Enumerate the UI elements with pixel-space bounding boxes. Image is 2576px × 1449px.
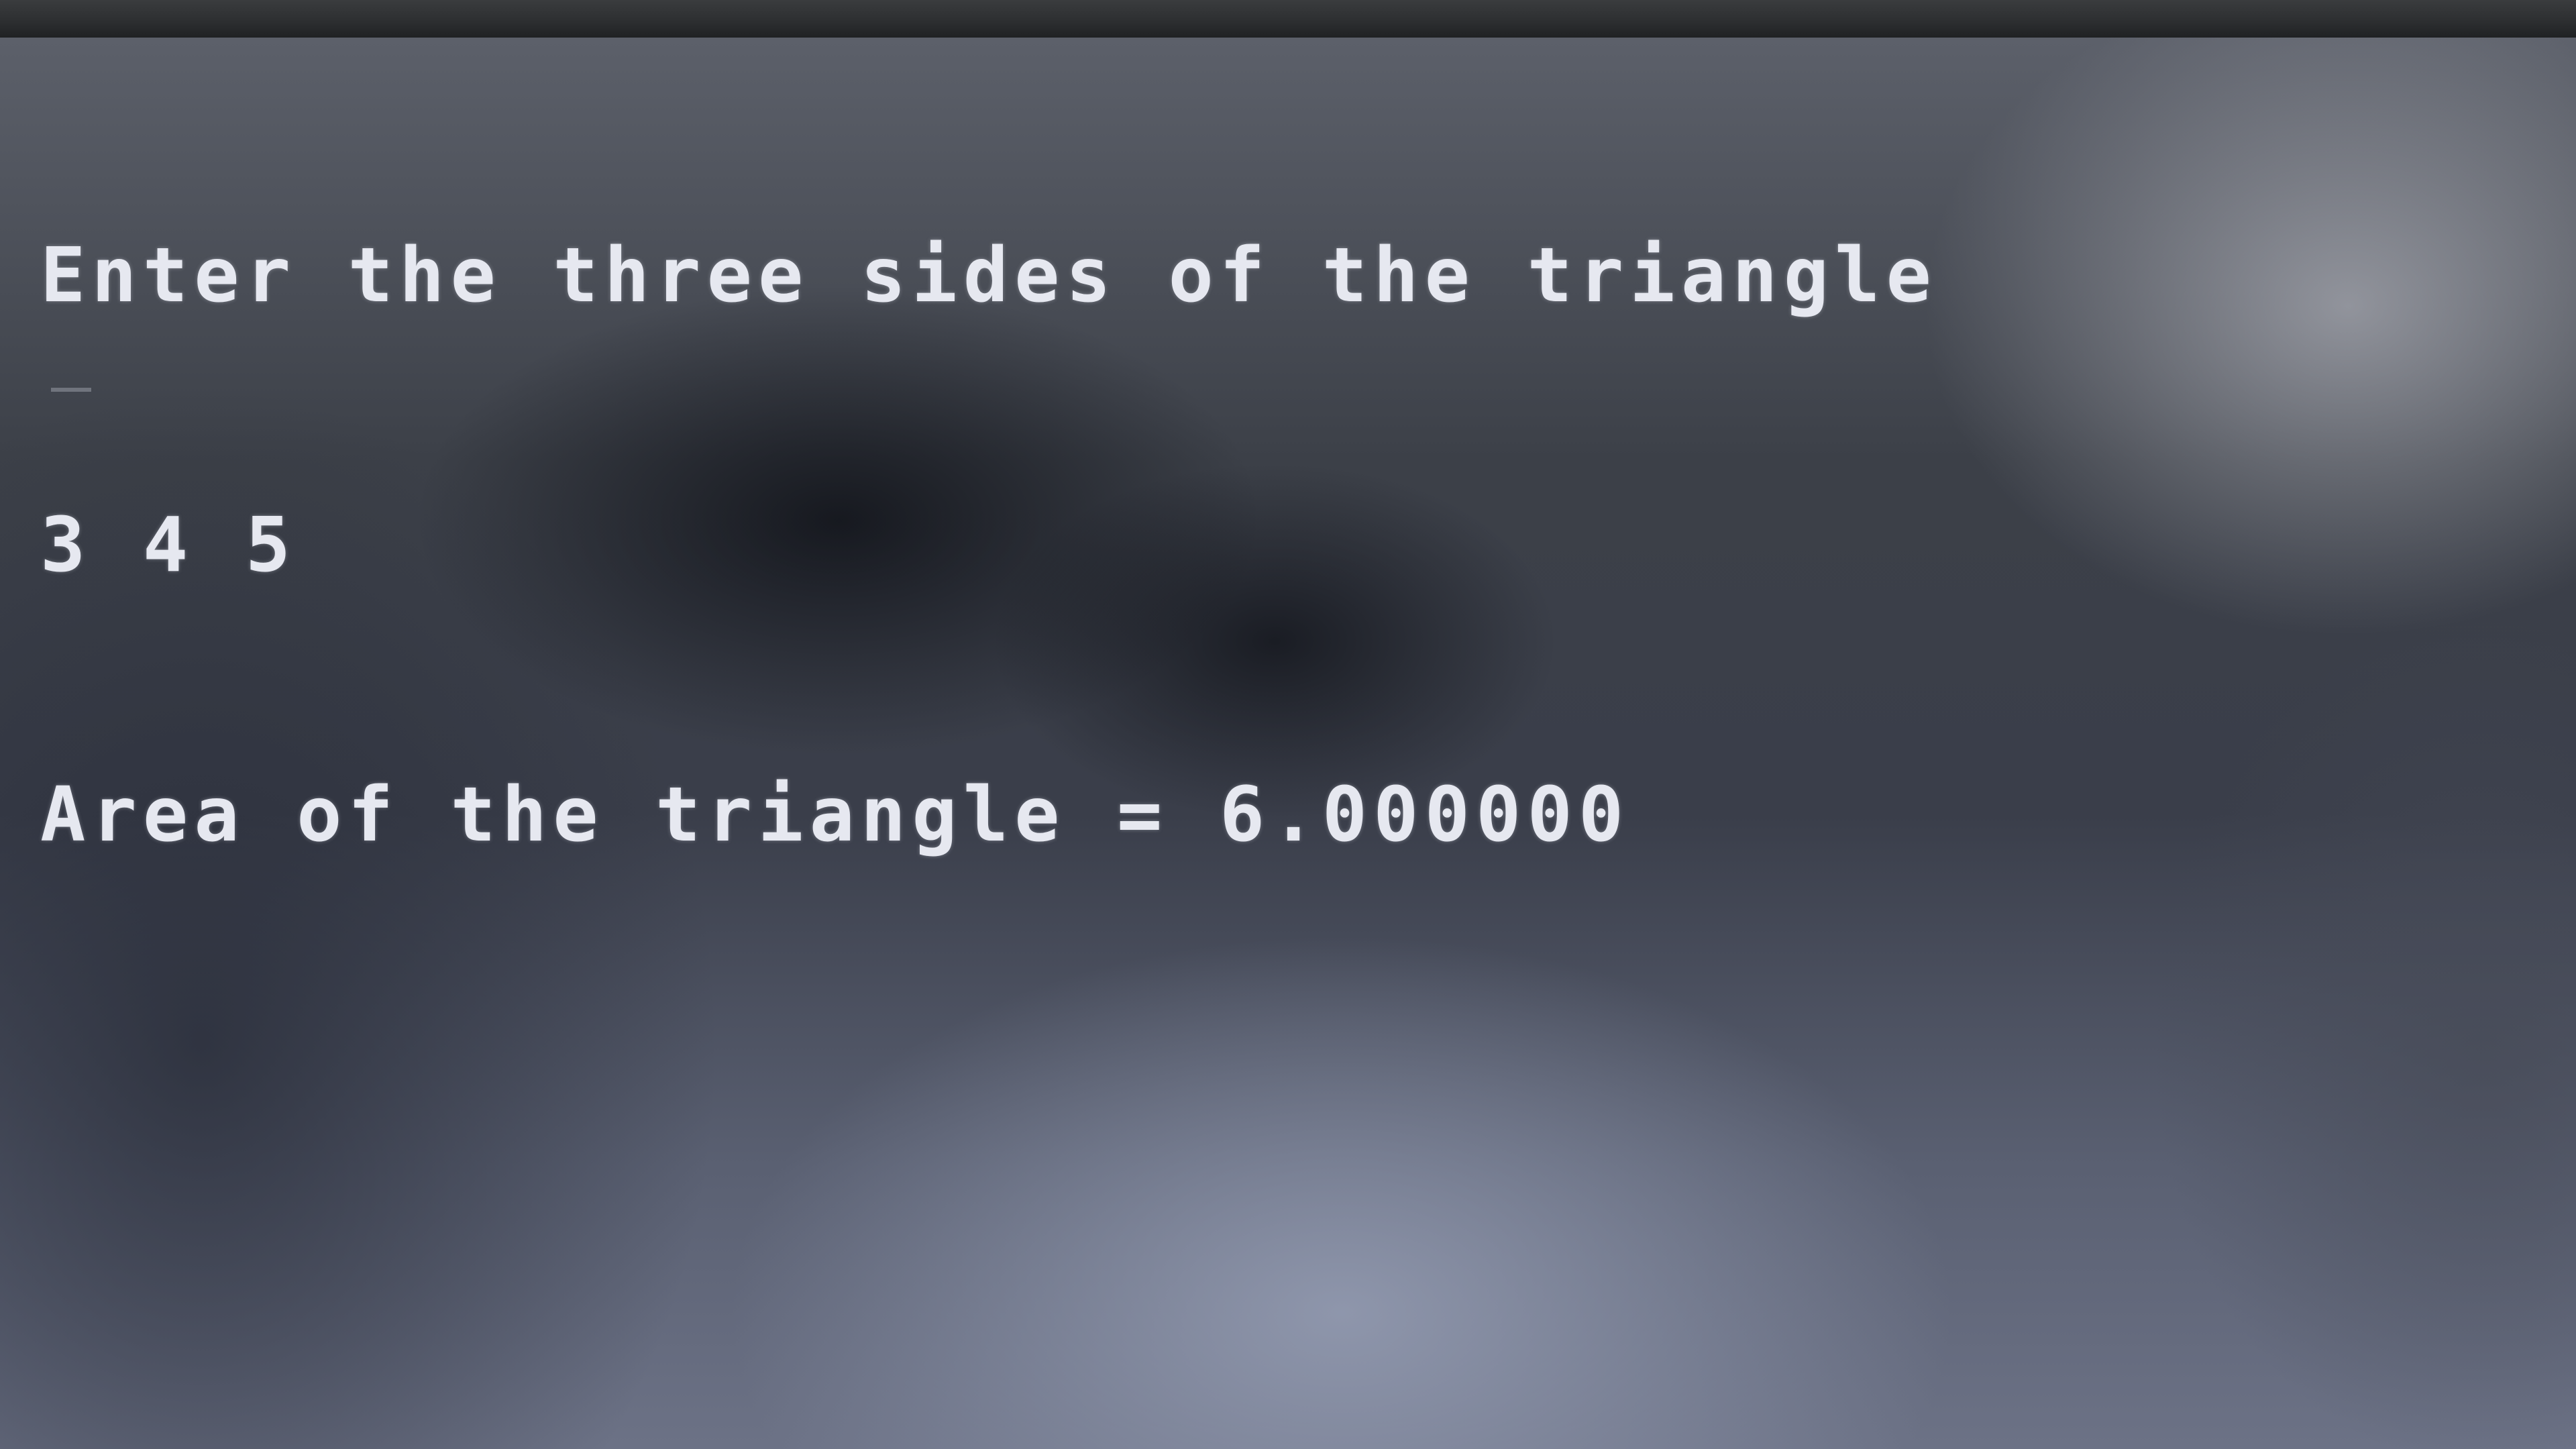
text-cursor: [51, 388, 91, 392]
prompt-line: Enter the three sides of the triangle: [40, 232, 1937, 319]
terminal-output: Enter the three sides of the triangle 3 …: [40, 51, 1937, 1040]
result-line: Area of the triangle = 6.000000: [40, 771, 1630, 859]
input-line: 3 4 5: [40, 502, 297, 589]
monitor-bezel: [0, 0, 2576, 38]
console-screen: Enter the three sides of the triangle 3 …: [0, 38, 2576, 1449]
